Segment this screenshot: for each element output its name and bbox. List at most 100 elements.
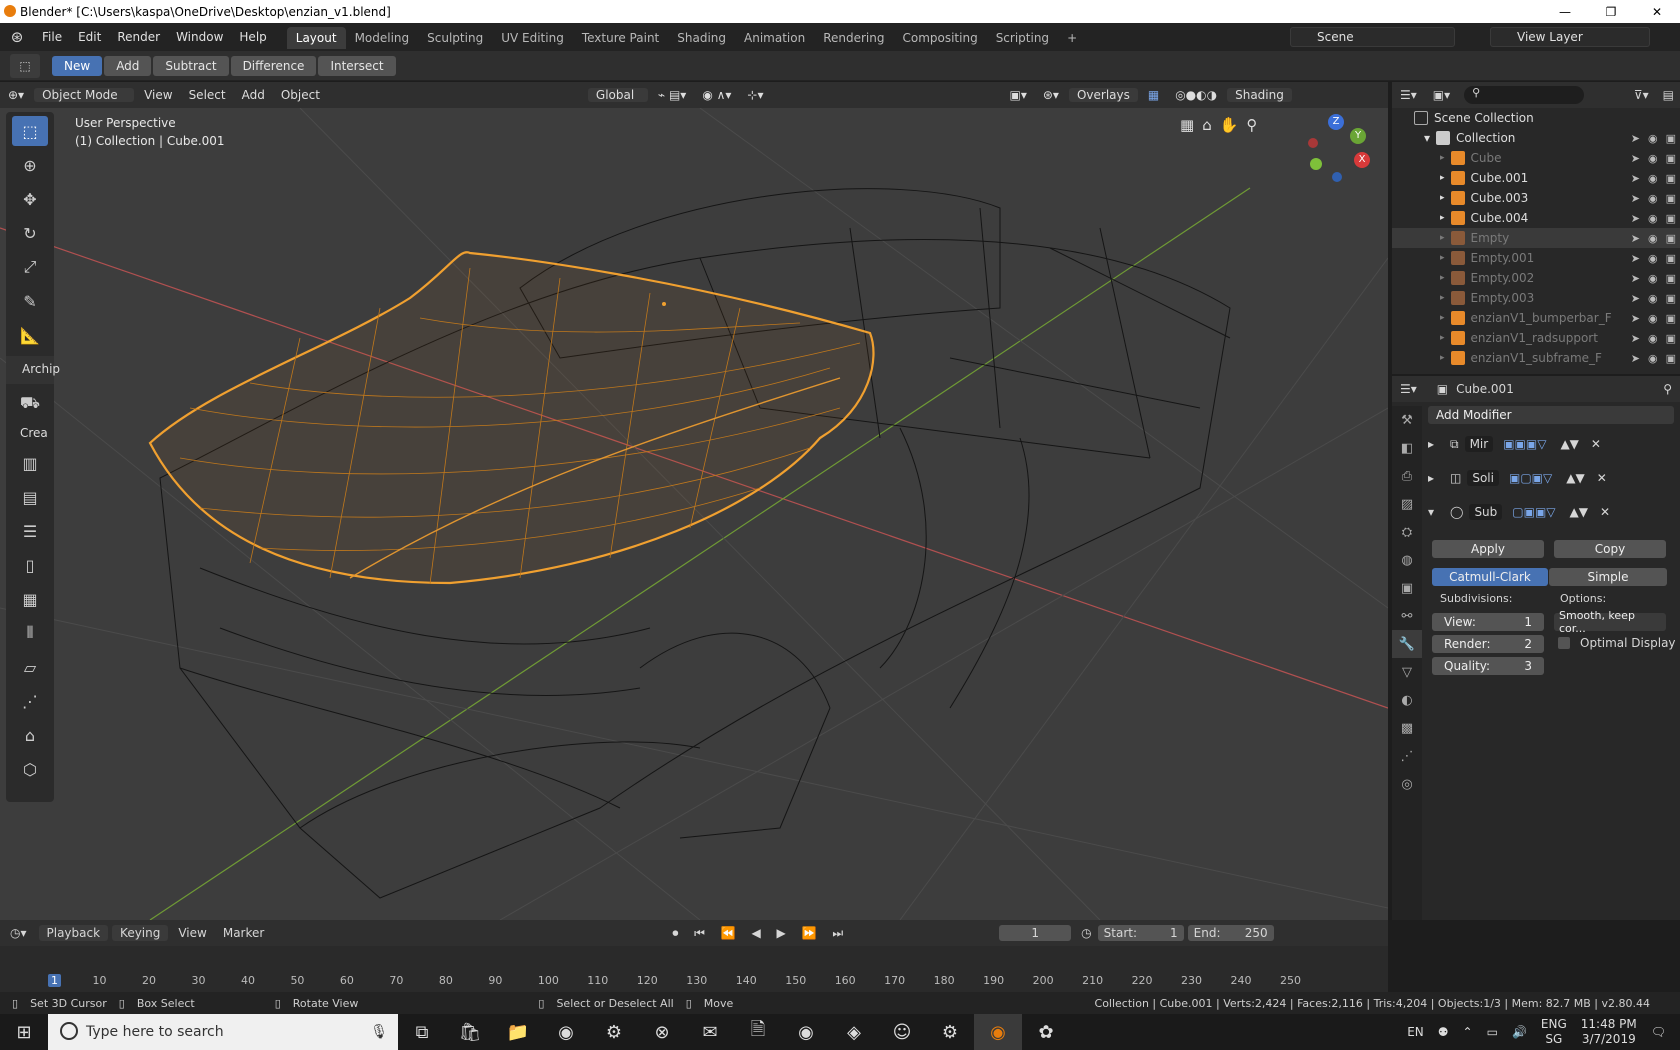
tab-rendering[interactable]: Rendering [814,27,893,49]
keyboard-lang[interactable]: ENG SG [1541,1017,1567,1047]
move-arrows-icon[interactable]: ▲▼ [1560,437,1578,451]
create-wall-icon[interactable]: ▥ [12,448,48,478]
texture-tab-icon[interactable]: ▩ [1392,714,1422,742]
visibility-eye-icon[interactable]: ◉ [1648,252,1658,265]
visibility-eye-icon[interactable]: ◉ [1648,172,1658,185]
tab-compositing[interactable]: Compositing [893,27,986,49]
blender-menu-icon[interactable]: ⊛ [0,28,34,46]
render-camera-icon[interactable]: ▣ [1666,152,1676,165]
physics-tab-icon[interactable]: ◎ [1392,770,1422,798]
close-button[interactable]: ✕ [1634,0,1680,23]
snap-icon[interactable]: ⌁ ▤▾ [650,88,694,102]
chrome-alt-icon[interactable]: ◉ [782,1014,830,1050]
expand-icon[interactable]: ▸ [1440,353,1445,363]
expand-icon[interactable]: ▸ [1440,333,1445,343]
zoom-icon[interactable]: ⚲ [1246,116,1257,134]
editor-type-icon[interactable]: ⊕▾ [0,88,32,102]
mesh-data-tab-icon[interactable]: ▽ [1392,658,1422,686]
measure-tool-icon[interactable]: 📐 [12,320,48,350]
expand-icon[interactable]: ▸ [1440,253,1445,263]
shading-modes-icon[interactable]: ◎●◐◑ [1167,88,1225,102]
timer-icon[interactable]: ◷ [1081,926,1091,940]
modifier-row-subsurf[interactable]: ▾ ◯ Sub ▢▣▣▽ ▲▼ ✕ [1428,498,1674,526]
xbox-icon[interactable]: ⊗ [638,1014,686,1050]
create-slab-icon[interactable]: ▱ [12,652,48,682]
create-truss-icon[interactable]: ⋰ [12,686,48,716]
render-camera-icon[interactable]: ▣ [1666,172,1676,185]
render-camera-icon[interactable]: ▣ [1666,212,1676,225]
modifier-tab-icon[interactable]: 🔧 [1392,630,1422,658]
grid-toggle-icon[interactable]: ▦ [1180,116,1194,134]
render-camera-icon[interactable]: ▣ [1666,352,1676,365]
current-frame-field[interactable]: 1 [999,925,1072,941]
expand-icon[interactable]: ▸ [1440,193,1445,203]
pin-icon[interactable]: ⚲ [1655,382,1680,396]
tool-tab-icon[interactable]: ⚒ [1392,406,1422,434]
scene-tab-icon[interactable]: ⛭ [1392,518,1422,546]
outliner-search-input[interactable]: ⚲ [1464,86,1585,104]
collection-row[interactable]: ▾ Collection ➤ ◉ ▣ [1392,128,1680,148]
outliner-item[interactable]: ▸ enzianV1_subframe_F ➤ ◉ ▣ [1392,348,1680,368]
outliner-editor-icon[interactable]: ☰▾ [1392,88,1425,102]
scene-selector[interactable]: Scene [1290,27,1455,47]
gizmo-toggle-icon[interactable]: ⊛▾ [1035,88,1067,102]
tab-texture-paint[interactable]: Texture Paint [573,27,668,49]
add-modifier-dropdown[interactable]: Add Modifier [1428,406,1674,424]
object-tab-icon[interactable]: ▣ [1392,574,1422,602]
select-toggle-icon[interactable]: ➤ [1631,312,1640,325]
scale-tool-icon[interactable]: ⤢ [12,252,48,282]
clock[interactable]: 11:48 PM 3/7/2019 [1581,1017,1637,1047]
visibility-eye-icon[interactable]: ◉ [1648,272,1658,285]
constraints-tab-icon[interactable]: ⚯ [1392,602,1422,630]
select-toggle-icon[interactable]: ➤ [1631,212,1640,225]
select-toggle-icon[interactable]: ➤ [1631,352,1640,365]
playback-controls[interactable]: ⏺ ⏮ ⏪ ◀ ▶ ⏩ ⏭ [672,926,849,941]
expand-icon[interactable]: ▸ [1440,173,1445,183]
create-stair-icon[interactable]: ☰ [12,516,48,546]
expand-icon[interactable]: ▸ [1440,273,1445,283]
timeline-editor-icon[interactable]: ◷▾ [0,926,37,940]
create-kitchen-icon[interactable]: ⬡ [12,754,48,784]
outliner-item[interactable]: ▸ Empty.001 ➤ ◉ ▣ [1392,248,1680,268]
shading-dropdown[interactable]: Shading [1227,88,1292,102]
apply-button[interactable]: Apply [1432,540,1544,558]
select-toggle-icon[interactable]: ➤ [1631,332,1640,345]
discord-icon[interactable]: ☺ [878,1014,926,1050]
move-tool-icon[interactable]: ✥ [12,184,48,214]
checkbox-icon[interactable] [1558,637,1570,649]
gizmo-y[interactable]: Y [1350,128,1366,144]
orientation-dropdown[interactable]: Global [587,88,648,102]
mode-new-button[interactable]: New [52,55,103,76]
outliner-item[interactable]: ▸ Empty ➤ ◉ ▣ [1392,228,1680,248]
view-menu[interactable]: View [136,88,180,102]
view-layer-tab-icon[interactable]: ▨ [1392,490,1422,518]
modifier-toggles[interactable]: ▢▣▣▽ [1512,505,1555,519]
select-menu[interactable]: Select [181,88,234,102]
material-tab-icon[interactable]: ◐ [1392,686,1422,714]
outliner-item[interactable]: ▸ enzianV1_radsupport ➤ ◉ ▣ [1392,328,1680,348]
copy-button[interactable]: Copy [1554,540,1666,558]
expand-icon[interactable]: ▸ [1428,471,1444,485]
render-camera-icon[interactable]: ▣ [1666,332,1676,345]
modifier-row-mirror[interactable]: ▸ ⧉ Mir ▣▣▣▽ ▲▼ ✕ [1428,430,1674,458]
filter-icon[interactable]: ⊽▾ [1626,88,1657,102]
move-arrows-icon[interactable]: ▲▼ [1566,471,1584,485]
collection-expand-icon[interactable]: ▾ [1424,131,1430,145]
select-toggle-icon[interactable]: ➤ [1631,232,1640,245]
scene-collection-row[interactable]: Scene Collection [1392,108,1680,128]
view-subdivisions-field[interactable]: View: 1 [1432,613,1544,631]
expand-icon[interactable]: ▸ [1440,313,1445,323]
render-camera-icon[interactable]: ▣ [1666,192,1676,205]
end-frame-field[interactable]: End: 250 [1187,925,1274,941]
gizmo-z[interactable]: Z [1328,114,1344,130]
render-tab-icon[interactable]: ◧ [1392,434,1422,462]
create-door-icon[interactable]: ▯ [12,550,48,580]
expand-icon[interactable]: ▸ [1428,437,1444,451]
microphone-icon[interactable]: 🎙 [370,1024,388,1040]
modifier-name-field[interactable]: Soli [1467,470,1499,486]
mode-add-button[interactable]: Add [104,55,152,76]
render-camera-icon[interactable]: ▣ [1666,272,1676,285]
select-tool-icon[interactable]: ⬚ [12,116,48,146]
visibility-eye-icon[interactable]: ◉ [1648,212,1658,225]
output-tab-icon[interactable]: ⎙ [1392,462,1422,490]
